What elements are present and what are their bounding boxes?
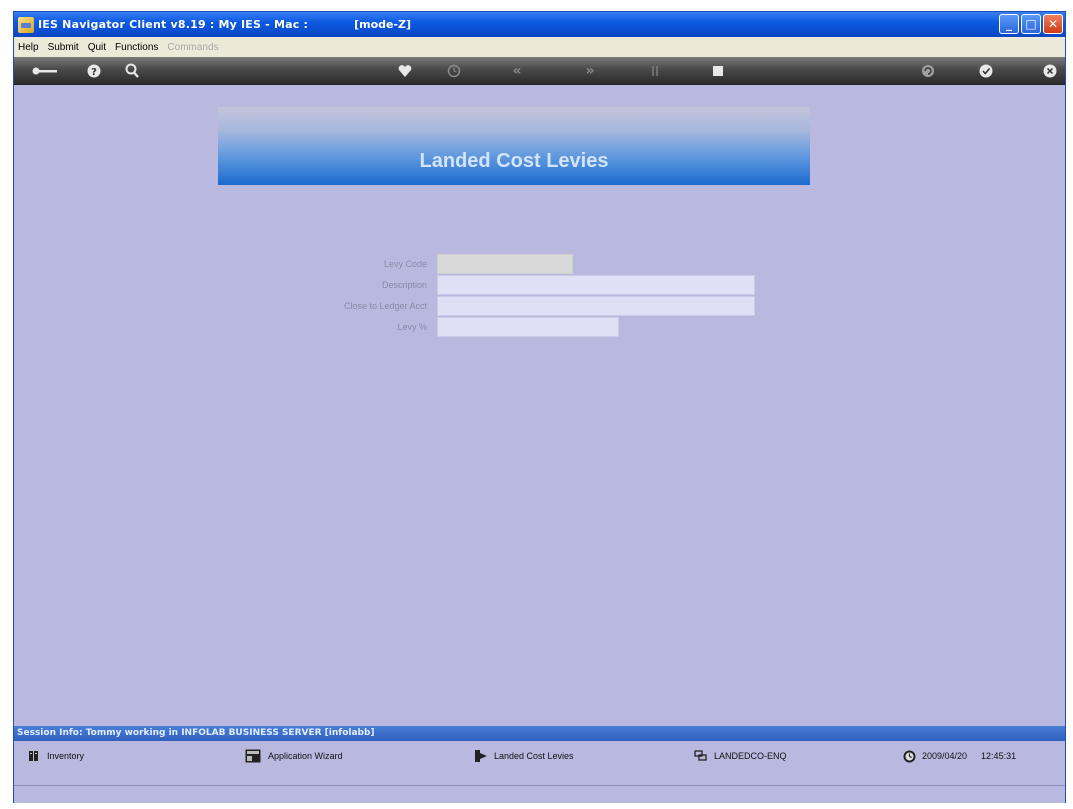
ledger-acct-field[interactable] (437, 296, 755, 316)
heart-icon[interactable] (394, 61, 416, 81)
levy-pct-row: Levy % (14, 317, 814, 337)
sort-icon[interactable] (644, 61, 666, 81)
screen-code-icon (694, 749, 708, 763)
app-window: IES Navigator Client v8.19 : My IES - Ma… (13, 11, 1066, 803)
close-window-icon[interactable]: ✕ (1043, 14, 1063, 34)
stop-icon[interactable] (707, 61, 729, 81)
levy-pct-label: Levy % (397, 322, 427, 332)
clock-icon[interactable] (443, 61, 465, 81)
rewind-icon[interactable]: « (506, 61, 528, 81)
clock-status-icon (902, 749, 916, 763)
status-date: 2009/04/20 (922, 751, 968, 761)
task-landed-cost-levies[interactable]: Landed Cost Levies (474, 749, 574, 763)
menu-help[interactable]: Help (18, 42, 39, 53)
toolbar: ? « » (14, 57, 1065, 85)
task-application-wizard-label: Application Wizard (268, 751, 343, 761)
window-controls: _ □ ✕ (999, 14, 1063, 34)
menu-commands[interactable]: Commands (167, 42, 218, 53)
description-row: Description (14, 275, 814, 295)
title-bar[interactable]: IES Navigator Client v8.19 : My IES - Ma… (14, 12, 1065, 37)
menu-bar: Help Submit Quit Functions Commands (14, 37, 1065, 57)
ledger-acct-label: Close to Ledger Acct (343, 301, 427, 311)
run-icon (474, 749, 488, 763)
task-clock: 2009/04/20 12:45:31 (902, 749, 1016, 763)
window-footer (14, 786, 1065, 803)
forward-icon[interactable]: » (579, 61, 601, 81)
menu-submit[interactable]: Submit (48, 42, 79, 53)
status-time: 12:45:31 (981, 751, 1017, 761)
minimize-icon[interactable]: _ (999, 14, 1019, 34)
ledger-acct-row: Close to Ledger Acct (14, 296, 814, 316)
task-landed-cost-levies-label: Landed Cost Levies (494, 751, 574, 761)
cancel-icon[interactable] (1039, 61, 1061, 81)
inventory-icon (27, 749, 41, 763)
description-label: Description (381, 280, 427, 290)
menu-quit[interactable]: Quit (88, 42, 106, 53)
description-field[interactable] (437, 275, 755, 295)
task-inventory-label: Inventory (47, 751, 85, 761)
accept-icon[interactable] (975, 61, 997, 81)
task-inventory[interactable]: Inventory (27, 749, 84, 763)
maximize-icon[interactable]: □ (1021, 14, 1041, 34)
levy-code-field[interactable] (437, 254, 573, 274)
key-icon[interactable] (30, 61, 60, 81)
task-screen-code-label: LANDEDCO-ENQ (714, 751, 787, 761)
wizard-icon (244, 749, 262, 763)
task-screen-code[interactable]: LANDEDCO-ENQ (694, 749, 787, 763)
page-header-banner: Landed Cost Levies (218, 107, 810, 185)
levy-code-label: Levy Code (383, 259, 427, 269)
session-info-bar: Session Info: Tommy working in INFOLAB B… (14, 726, 1065, 741)
svg-text:?: ? (91, 67, 97, 78)
task-application-wizard[interactable]: Application Wizard (244, 749, 343, 763)
search-icon[interactable] (121, 61, 143, 81)
window-mode: [mode-Z] (354, 18, 412, 31)
levy-pct-field[interactable] (437, 317, 619, 337)
taskbar: Inventory Application Wizard Landed Cost… (14, 741, 1065, 786)
menu-functions[interactable]: Functions (115, 42, 158, 53)
refresh-icon[interactable] (917, 61, 939, 81)
levy-code-row: Levy Code (14, 254, 814, 274)
window-title: IES Navigator Client v8.19 : My IES - Ma… (38, 18, 309, 31)
help-icon[interactable]: ? (83, 61, 105, 81)
page-title: Landed Cost Levies (419, 150, 609, 172)
app-icon (18, 16, 34, 33)
